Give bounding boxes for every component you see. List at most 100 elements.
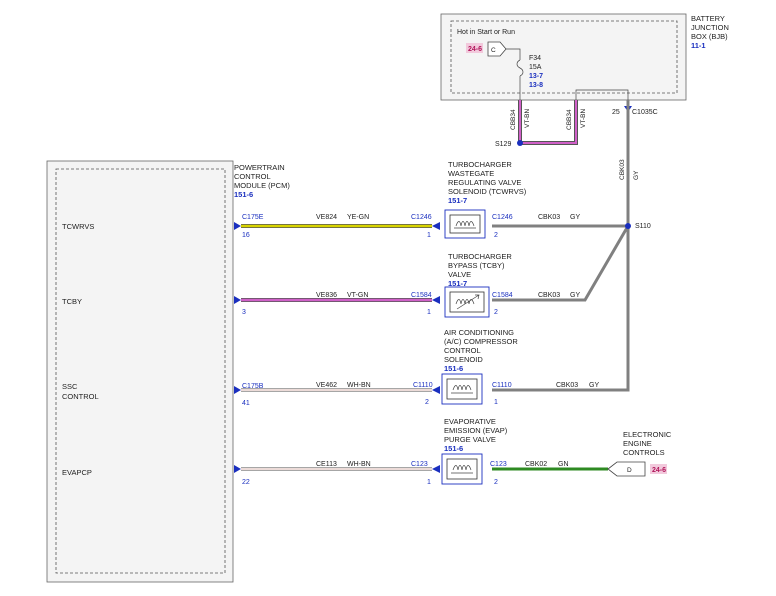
pin-arrow-icon [432,222,440,230]
wire-cbk03-tcby [492,225,630,302]
bjb-title-2: JUNCTION [691,23,729,32]
bjb-feed-wires: S129 CBB34 VT-BN CBB34 VT-BN [495,100,587,148]
wire-1-color: VT-BN [524,109,531,128]
splice-s129 [517,140,523,146]
eec-letter: D [627,467,632,474]
component-ac-solenoid: AIR CONDITIONING (A/C) COMPRESSOR CONTRO… [432,328,518,405]
pcm-conn-c175e: C175E [242,214,264,221]
eec-title-3: CONTROLS [623,448,665,457]
circuit-out-conn-3: C1110 [492,382,512,389]
circuit-out-color-4: GN [558,461,569,468]
circuit-out-pin-3: 1 [494,399,498,406]
circuit-color-3: WH-BN [347,382,371,389]
pcm-ref: 151-6 [234,190,253,199]
bjb-c-label: C [491,47,496,54]
component-evap-purge: EVAPORATIVE EMISSION (EVAP) PURGE VALVE … [432,417,508,485]
circuit-code-2: VE836 [316,292,337,299]
component-1-line-4: SOLENOID (TCWRVS) [448,187,527,196]
wire-2-code: CBB34 [566,109,573,130]
bjb-title-3: BOX (BJB) [691,32,728,41]
pcm-title-2: CONTROL [234,172,271,181]
bjb-ref: 11-1 [691,41,706,50]
circuit-out-code-1: CBK03 [538,214,560,221]
pcm-pin-3: 3 [242,309,246,316]
circuit-out-pin-1: 2 [494,232,498,239]
pcm-pin-name-4: EVAPCP [62,468,92,477]
component-3-line-4: SOLENOID [444,355,483,364]
circuit-in-pin-3: 2 [425,399,429,406]
circuit-code-3: VE462 [316,382,337,389]
component-1-line-3: REGULATING VALVE [448,178,521,187]
pcm-title-1: POWERTRAIN [234,163,285,172]
pcm-pin-16: 16 [242,232,250,239]
circuit-out-color-1: GY [570,214,580,221]
circuit-color-2: VT-GN [347,292,368,299]
component-3-line-3: CONTROL [444,346,481,355]
wire-1-code: CBB34 [510,109,517,130]
pcm-pin-name-3: SSC [62,382,78,391]
pin-arrow-icon [432,386,440,394]
component-4-line-2: EMISSION (EVAP) [444,426,508,435]
component-1-line-2: WASTEGATE [448,169,494,178]
pin-arrow-icon [234,222,241,230]
component-2-line-1: TURBOCHARGER [448,252,512,261]
eec-title-1: ELECTRONIC [623,430,672,439]
component-3-line-1: AIR CONDITIONING [444,328,514,337]
circuit-out-conn-4: C123 [490,461,507,468]
pcm-pin-name-2: TCBY [62,297,82,306]
circuit-in-pin-1: 1 [427,232,431,239]
circuit-in-conn-1: C1246 [411,214,432,221]
electronic-engine-controls: ELECTRONIC ENGINE CONTROLS D 24-6 [607,430,672,477]
trunk-code: CBK03 [619,159,626,180]
bjb-ref-tag: 24-6 [468,46,482,53]
fuse-amp: 15A [529,64,542,71]
pcm-pin-41: 41 [242,400,250,407]
circuit-color-4: WH-BN [347,461,371,468]
component-1-ref: 151-7 [448,196,467,205]
component-2-line-2: BYPASS (TCBY) [448,261,505,270]
bjb-hot-label: Hot in Start or Run [457,29,515,36]
circuit-color-1: YE-GN [347,214,369,221]
pcm-pin-22: 22 [242,479,250,486]
circuit-out-pin-4: 2 [494,479,498,486]
component-tcby: TURBOCHARGER BYPASS (TCBY) VALVE 151-7 [432,252,512,318]
component-4-ref: 151-6 [444,444,463,453]
circuit-code-1: VE824 [316,214,337,221]
circuit-out-color-3: GY [589,382,599,389]
pcm-title-3: MODULE (PCM) [234,181,290,190]
circuit-out-code-4: CBK02 [525,461,547,468]
circuit-out-code-3: CBK03 [556,382,578,389]
fuse-ref-2: 13-8 [529,82,543,89]
wiring-diagram: BATTERY JUNCTION BOX (BJB) 11-1 Hot in S… [46,13,729,583]
wire-2-color: VT-BN [580,109,587,128]
circuit-in-pin-4: 1 [427,479,431,486]
pin-arrow-icon [432,465,440,473]
eec-ref-tag: 24-6 [652,467,666,474]
battery-junction-box: BATTERY JUNCTION BOX (BJB) 11-1 Hot in S… [440,13,729,116]
splice-s110-label: S110 [635,223,651,230]
component-4-line-1: EVAPORATIVE [444,417,496,426]
circuit-out-code-2: CBK03 [538,292,560,299]
pcm-pin-name-3b: CONTROL [62,392,99,401]
component-4-line-3: PURGE VALVE [444,435,496,444]
splice-s129-label: S129 [495,141,511,148]
pin-arrow-icon [234,465,241,473]
component-3-line-2: (A/C) COMPRESSOR [444,337,518,346]
bjb-connector: C1035C [632,109,658,116]
fuse-ref-1: 13-7 [529,73,543,80]
pin-arrow-icon [234,386,241,394]
wire-cbk03-ac [492,226,630,392]
fuse-name: F34 [529,55,541,62]
circuit-in-conn-3: C1110 [413,382,433,389]
circuit-in-pin-2: 1 [427,309,431,316]
component-1-line-1: TURBOCHARGER [448,160,512,169]
pin-arrow-icon [234,296,241,304]
eec-title-2: ENGINE [623,439,652,448]
bjb-title-1: BATTERY [691,14,725,23]
component-3-ref: 151-6 [444,364,463,373]
circuit-out-conn-2: C1584 [492,292,513,299]
circuit-in-conn-2: C1584 [411,292,432,299]
component-2-line-3: VALVE [448,270,471,279]
splice-s110 [625,223,631,229]
circuit-in-conn-4: C123 [411,461,428,468]
